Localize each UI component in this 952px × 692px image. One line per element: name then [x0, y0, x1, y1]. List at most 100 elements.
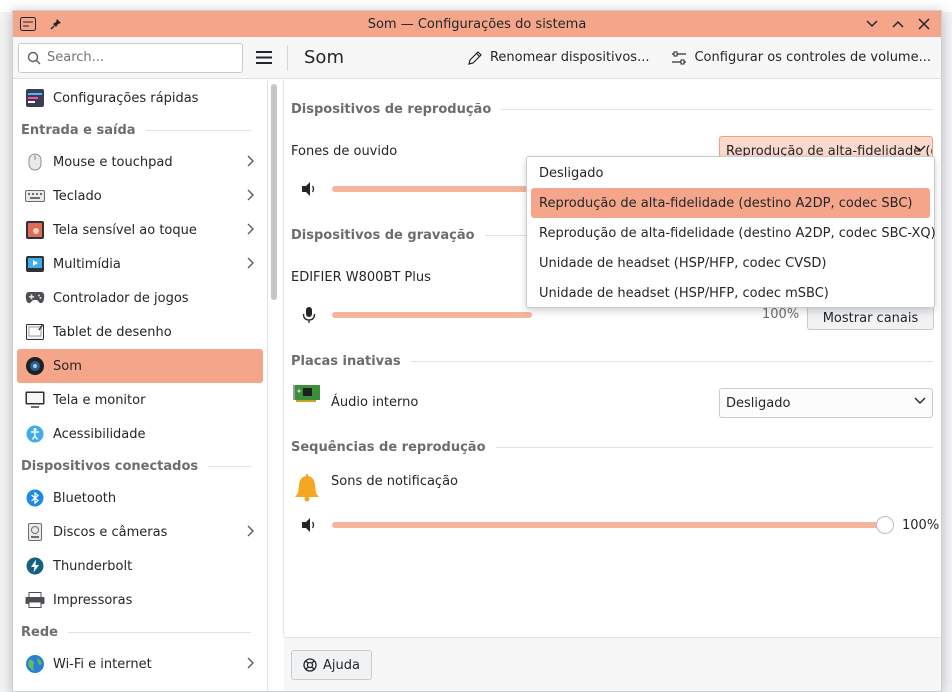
sidebar-item-game-controller[interactable]: Controlador de jogos: [17, 281, 263, 315]
content-scrollbar[interactable]: [268, 80, 284, 637]
content-scrollbar-thumb[interactable]: [271, 84, 277, 300]
sidebar-group-network: Rede: [13, 617, 267, 647]
sidebar-group-label: Entrada e saída: [21, 122, 136, 138]
sidebar-item-label: Bluetooth: [53, 490, 117, 506]
section-header-label: Dispositivos de gravação: [291, 228, 475, 243]
section-playback: Dispositivos de reprodução: [291, 102, 933, 117]
thunderbolt-icon: [25, 556, 45, 576]
footer: Ajuda: [284, 637, 941, 691]
recording-volume-slider[interactable]: [332, 312, 532, 318]
recording-device-label: EDIFIER W800BT Plus: [291, 270, 431, 285]
chevron-right-icon: [247, 155, 254, 167]
sound-card-icon: [293, 385, 320, 402]
sidebar-item-drawing-tablet[interactable]: Tablet de desenho: [17, 315, 263, 349]
speaker-icon: [25, 356, 45, 376]
show-channels-label: Mostrar canais: [822, 310, 919, 326]
toolbar: Som Renomear dispositivos... Configurar …: [13, 37, 941, 79]
chevron-right-icon: [247, 657, 254, 669]
sidebar-group-connected: Dispositivos conectados: [13, 451, 267, 481]
configure-volume-controls-button[interactable]: Configurar os controles de volume...: [671, 50, 931, 66]
sidebar-item-accessibility[interactable]: Acessibilidade: [17, 417, 263, 451]
chevron-right-icon: [247, 257, 254, 269]
sidebar-item-label: Controlador de jogos: [53, 290, 189, 306]
microphone-icon[interactable]: [300, 306, 318, 324]
chevron-right-icon: [247, 223, 254, 235]
sidebar-item-multimedia[interactable]: Multimídia: [17, 247, 263, 281]
globe-icon: [25, 654, 45, 674]
minimize-icon[interactable]: [863, 15, 881, 33]
section-streams: Sequências de reprodução: [291, 440, 933, 455]
sidebar-item-label: Teclado: [53, 188, 102, 204]
multimedia-icon: [25, 254, 45, 274]
headphones-volume-slider[interactable]: [332, 186, 532, 192]
search-icon: [27, 51, 41, 64]
sidebar-item-thunderbolt[interactable]: Thunderbolt: [17, 549, 263, 583]
sidebar-item-label: Wi-Fi e internet: [53, 656, 152, 672]
bluetooth-icon: [25, 488, 45, 508]
quick-settings-icon: [25, 88, 45, 108]
drawing-tablet-icon: [25, 322, 45, 342]
section-inactive: Placas inativas: [291, 354, 933, 369]
sidebar-item-display[interactable]: Tela e monitor: [17, 383, 263, 417]
sidebar-item-label: Som: [53, 358, 82, 374]
hamburger-menu-icon[interactable]: [253, 47, 275, 69]
sidebar-group-label: Rede: [21, 624, 58, 640]
section-header-label: Dispositivos de reprodução: [291, 102, 492, 117]
notification-volume-slider[interactable]: [332, 522, 884, 528]
dropdown-option-selected[interactable]: Reprodução de alta-fidelidade (destino A…: [531, 188, 930, 218]
sidebar-item-quick-settings[interactable]: Configurações rápidas: [17, 81, 263, 115]
show-channels-button[interactable]: Mostrar canais: [807, 306, 934, 330]
sidebar-item-bluetooth[interactable]: Bluetooth: [17, 481, 263, 515]
help-button[interactable]: Ajuda: [291, 650, 372, 680]
sidebar: Configurações rápidas Entrada e saída Mo…: [13, 80, 268, 691]
help-label: Ajuda: [323, 657, 360, 673]
sidebar-group-label: Dispositivos conectados: [21, 458, 199, 474]
maximize-icon[interactable]: [889, 15, 907, 33]
sidebar-item-label: Discos e câmeras: [53, 524, 168, 540]
section-header-label: Placas inativas: [291, 354, 401, 369]
dropdown-option[interactable]: Reprodução de alta-fidelidade (destino A…: [531, 218, 936, 248]
sidebar-item-label: Configurações rápidas: [53, 90, 199, 106]
internal-audio-profile-value: Desligado: [726, 395, 791, 411]
printer-icon: [25, 590, 45, 610]
sliders-icon: [672, 51, 687, 64]
sidebar-item-mouse[interactable]: Mouse e touchpad: [17, 145, 263, 179]
headphones-label: Fones de ouvido: [291, 144, 398, 159]
search-box[interactable]: [18, 42, 243, 73]
search-input[interactable]: [47, 50, 227, 65]
sidebar-item-printers[interactable]: Impressoras: [17, 583, 263, 617]
sidebar-item-label: Tela sensível ao toque: [53, 222, 197, 238]
chevron-right-icon: [247, 189, 254, 201]
volume-icon[interactable]: [300, 180, 318, 198]
sidebar-item-label: Thunderbolt: [53, 558, 133, 574]
notification-volume-handle[interactable]: [876, 516, 894, 534]
sidebar-item-wifi[interactable]: Wi-Fi e internet: [17, 647, 263, 681]
sidebar-item-touchscreen[interactable]: Tela sensível ao toque: [17, 213, 263, 247]
pin-icon[interactable]: [47, 15, 65, 33]
chevron-down-icon: [914, 145, 926, 152]
lifebuoy-icon: [303, 658, 317, 672]
close-icon[interactable]: [915, 15, 933, 33]
internal-audio-profile-select[interactable]: Desligado: [719, 388, 933, 418]
dropdown-option[interactable]: Unidade de headset (HSP/HFP, codec CVSD): [531, 248, 930, 278]
sidebar-item-label: Multimídia: [53, 256, 121, 272]
settings-window: Som — Configurações do sistema Som: [12, 10, 942, 692]
sidebar-item-disks[interactable]: Discos e câmeras: [17, 515, 263, 549]
notification-volume-percent: 100%: [902, 518, 940, 533]
rename-devices-label: Renomear dispositivos...: [489, 50, 650, 65]
touchscreen-icon: [25, 220, 45, 240]
internal-audio-label: Áudio interno: [331, 395, 419, 410]
sidebar-item-label: Mouse e touchpad: [53, 154, 173, 170]
bell-icon: [295, 474, 319, 502]
rename-devices-button[interactable]: Renomear dispositivos...: [467, 50, 650, 66]
pencil-icon: [468, 50, 482, 65]
sidebar-item-label: Tela e monitor: [53, 392, 146, 408]
volume-icon[interactable]: [300, 516, 318, 534]
section-header-label: Sequências de reprodução: [291, 440, 486, 455]
window-title: Som — Configurações do sistema: [367, 16, 587, 32]
sidebar-item-keyboard[interactable]: Teclado: [17, 179, 263, 213]
window-menu-icon[interactable]: [19, 15, 37, 33]
sidebar-item-sound[interactable]: Som: [17, 349, 263, 383]
dropdown-option[interactable]: Unidade de headset (HSP/HFP, codec mSBC): [531, 278, 930, 308]
dropdown-option[interactable]: Desligado: [531, 158, 930, 188]
